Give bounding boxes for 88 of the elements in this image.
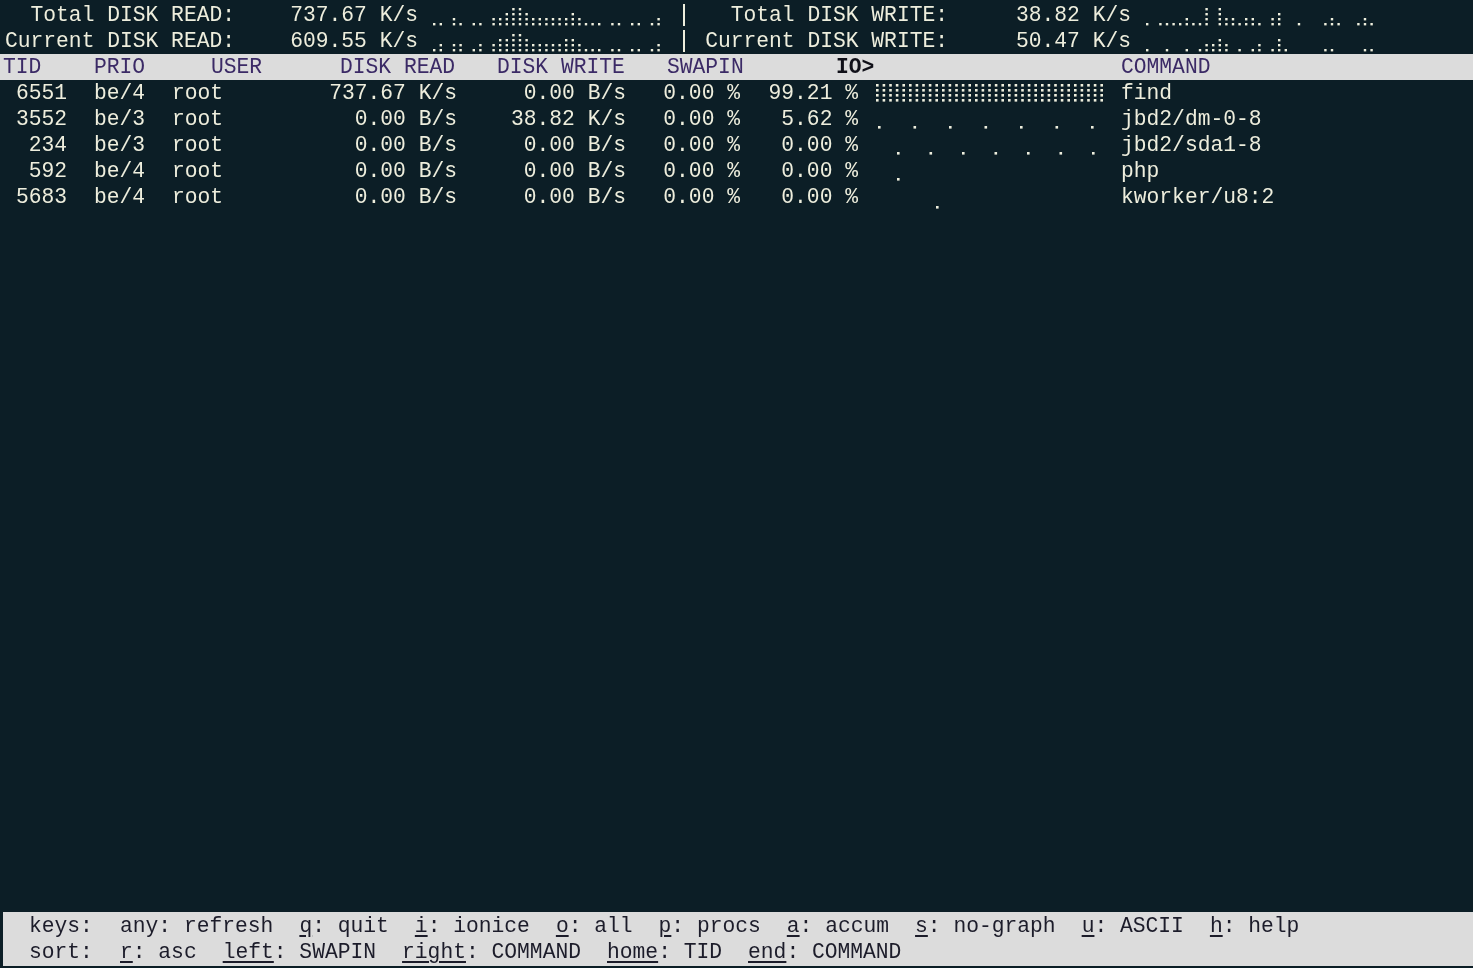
write-rate-value: 38.82 K/s bbox=[1014, 2, 1131, 28]
disk-read-cell-text: 0.00 B/s bbox=[353, 158, 457, 184]
shortcut-action: : ASCII bbox=[1094, 913, 1184, 939]
shortcut-action: : quit bbox=[312, 913, 389, 939]
disk-write-cell-text: 0.00 B/s bbox=[522, 184, 626, 210]
column-header[interactable]: COMMAND bbox=[1121, 54, 1321, 80]
command-cell: kworker/u8:2 bbox=[1121, 184, 1275, 210]
swapin-cell-text: 0.00 % bbox=[662, 184, 740, 210]
shortcut-key[interactable]: i bbox=[414, 913, 428, 939]
io-cell-text: 0.00 % bbox=[780, 132, 858, 158]
io-graph-drawing bbox=[936, 206, 939, 209]
write-rate-value: 50.47 K/s bbox=[1014, 28, 1131, 54]
shortcut-key[interactable]: right bbox=[402, 939, 466, 965]
user-cell-text: root bbox=[172, 158, 225, 184]
io-cell-text: 0.00 % bbox=[780, 184, 858, 210]
key-group-label: sort: bbox=[29, 939, 94, 965]
swapin-cell-text: 0.00 % bbox=[662, 80, 740, 106]
disk-read-cell-text: 0.00 B/s bbox=[353, 132, 457, 158]
column-header[interactable]: DISK READ bbox=[340, 54, 497, 80]
disk-write-cell-text: 38.82 K/s bbox=[509, 106, 626, 132]
read-rate-value: 737.67 K/s bbox=[289, 2, 418, 28]
total-write-label: Total DISK WRITE: bbox=[729, 2, 948, 28]
swapin-cell-text: 0.00 % bbox=[662, 132, 740, 158]
shortcut-key[interactable]: r bbox=[120, 939, 133, 965]
disk-read-cell-text: 0.00 B/s bbox=[353, 184, 457, 210]
shortcut-action: : no-graph bbox=[927, 913, 1056, 939]
tid-cell-text: 3552 bbox=[14, 106, 67, 132]
prio-cell-text: be/3 bbox=[94, 106, 147, 132]
tid-cell-text: 5683 bbox=[14, 184, 67, 210]
user-cell-text: root bbox=[172, 80, 225, 106]
io-cell-text: 99.21 % bbox=[767, 80, 858, 106]
prio-cell-text: be/4 bbox=[94, 80, 147, 106]
io-graph-drawing bbox=[897, 178, 900, 181]
shortcut-key[interactable]: left bbox=[222, 939, 274, 965]
prio-cell-text: be/4 bbox=[94, 184, 147, 210]
column-header[interactable]: TID bbox=[3, 54, 94, 80]
column-header[interactable]: USER bbox=[211, 54, 340, 80]
shortcut-key[interactable]: u bbox=[1081, 913, 1095, 939]
prio-cell-text: be/3 bbox=[94, 132, 147, 158]
command-cell: php bbox=[1121, 158, 1160, 184]
shortcut-action: : TID bbox=[658, 939, 723, 965]
column-header[interactable]: DISK WRITE bbox=[497, 54, 667, 80]
total-read-label: Total DISK READ: bbox=[29, 2, 235, 28]
user-cell-text: root bbox=[172, 184, 225, 210]
swapin-cell-text: 0.00 % bbox=[662, 158, 740, 184]
tid-cell-text: 234 bbox=[27, 132, 67, 158]
disk-read-cell-text: 737.67 K/s bbox=[328, 80, 457, 106]
command-cell: jbd2/sda1-8 bbox=[1121, 132, 1262, 158]
shortcut-action: : COMMAND bbox=[465, 939, 581, 965]
command-cell: jbd2/dm-0-8 bbox=[1121, 106, 1262, 132]
column-header[interactable]: SWAPIN bbox=[667, 54, 836, 80]
command-cell: find bbox=[1121, 80, 1173, 106]
shortcut-key[interactable]: end bbox=[748, 939, 787, 965]
shortcut-key[interactable]: q bbox=[299, 913, 313, 939]
prio-cell-text: be/4 bbox=[94, 158, 147, 184]
key-group-label: keys: bbox=[29, 913, 94, 939]
column-header[interactable]: IO> bbox=[836, 54, 1121, 80]
tid-cell-text: 6551 bbox=[14, 80, 67, 106]
disk-write-cell-text: 0.00 B/s bbox=[522, 132, 626, 158]
shortcut-action: : refresh bbox=[158, 913, 274, 939]
disk-write-cell-text: 0.00 B/s bbox=[522, 80, 626, 106]
shortcut-key[interactable]: h bbox=[1209, 913, 1223, 939]
disk-read-cell-text: 0.00 B/s bbox=[353, 106, 457, 132]
shortcut-action: : procs bbox=[671, 913, 761, 939]
read-rate-value: 609.55 K/s bbox=[289, 28, 418, 54]
shortcut-action: : COMMAND bbox=[786, 939, 902, 965]
shortcut-action: : ionice bbox=[427, 913, 530, 939]
shortcut-action: : help bbox=[1222, 913, 1300, 939]
column-header[interactable]: PRIO bbox=[94, 54, 211, 80]
shortcut-action: : SWAPIN bbox=[273, 939, 377, 965]
shortcut-key[interactable]: s bbox=[915, 913, 928, 939]
shortcut-action: : asc bbox=[132, 939, 197, 965]
shortcut-key[interactable]: any bbox=[120, 913, 159, 939]
total-write-label: Current DISK WRITE: bbox=[704, 28, 948, 54]
shortcut-action: : accum bbox=[799, 913, 890, 939]
shortcut-action: : all bbox=[568, 913, 633, 939]
total-read-label: Current DISK READ: bbox=[3, 28, 235, 54]
io-cell-text: 0.00 % bbox=[780, 158, 858, 184]
io-cell-text: 5.62 % bbox=[780, 106, 858, 132]
shortcut-key[interactable]: home bbox=[607, 939, 659, 965]
shortcut-key[interactable]: p bbox=[658, 913, 672, 939]
tid-cell-text: 592 bbox=[27, 158, 67, 184]
shortcut-key[interactable]: o bbox=[555, 913, 569, 939]
disk-write-cell-text: 0.00 B/s bbox=[522, 158, 626, 184]
shortcut-key[interactable]: a bbox=[786, 913, 800, 939]
user-cell-text: root bbox=[172, 106, 225, 132]
user-cell-text: root bbox=[172, 132, 225, 158]
swapin-cell-text: 0.00 % bbox=[662, 106, 740, 132]
